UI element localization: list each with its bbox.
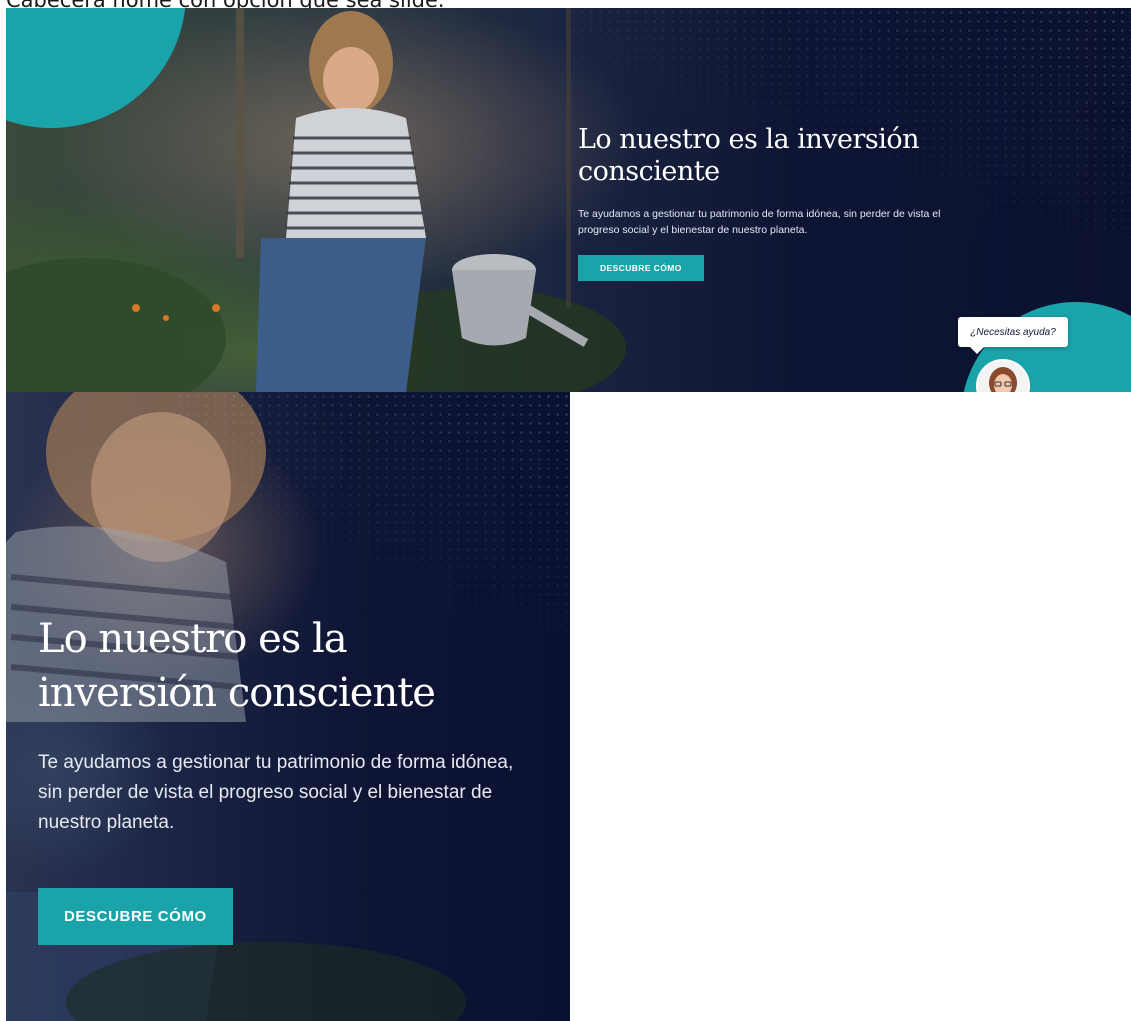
hero-content: Lo nuestro es la inversión consciente Te… [578,124,998,281]
hero-content: Lo nuestro es la inversión consciente Te… [38,612,538,945]
hero-subtitle: Te ayudamos a gestionar tu patrimonio de… [578,208,941,236]
hero-title: Lo nuestro es la inversión consciente [578,124,920,187]
help-chat-bubble[interactable]: ¿Necesitas ayuda? [958,317,1068,354]
hero-title: Lo nuestro es la inversión consciente [38,612,538,720]
hero-title-line: Lo nuestro es la [38,616,348,662]
hero-subtitle: Te ayudamos a gestionar tu patrimonio de… [38,752,514,833]
hero-desktop: Lo nuestro es la inversión consciente Te… [6,8,1131,392]
discover-how-button[interactable]: DESCUBRE CÓMO [578,255,704,281]
hero-mobile: Lo nuestro es la inversión consciente Te… [6,392,570,1021]
discover-how-button[interactable]: DESCUBRE CÓMO [38,888,233,945]
hero-title-line: inversión consciente [38,670,436,716]
